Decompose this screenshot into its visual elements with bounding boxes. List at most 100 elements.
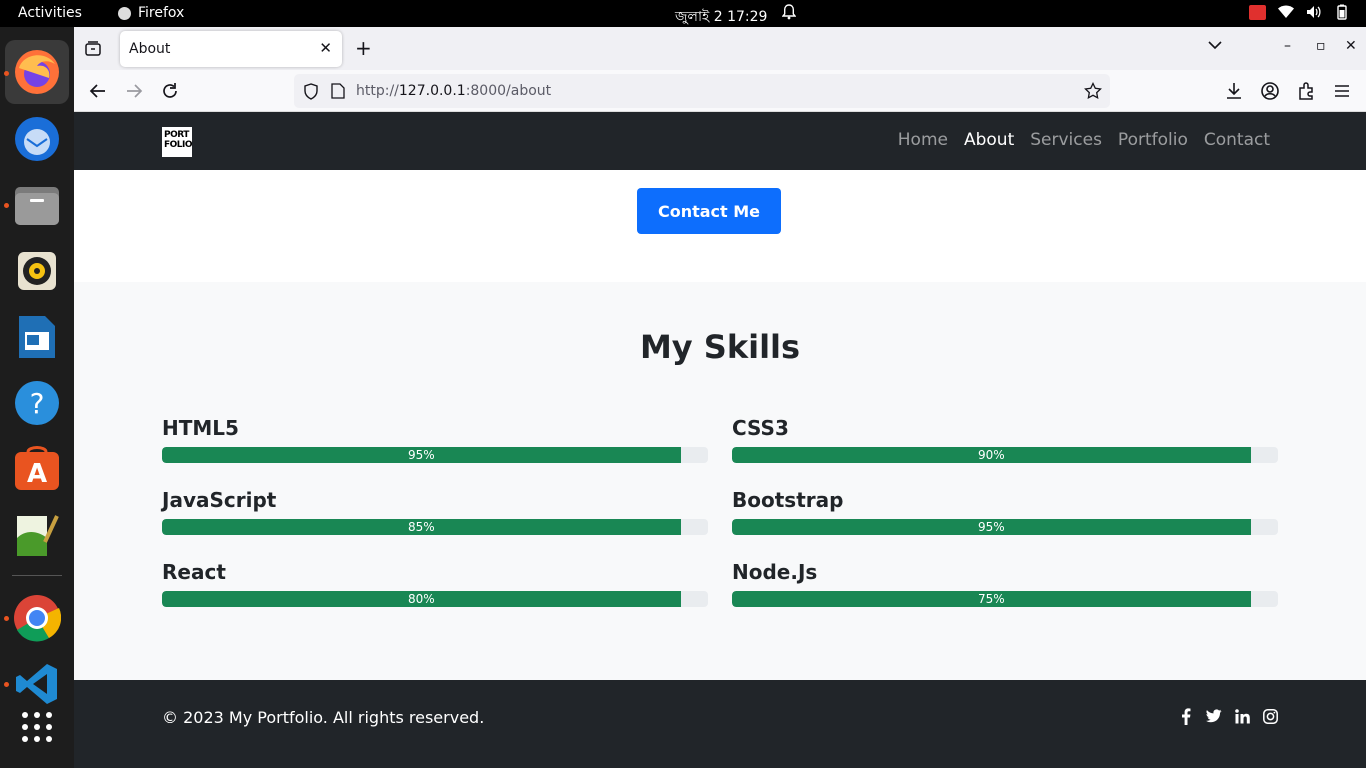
tracking-protection-shield-icon[interactable] [303, 83, 319, 104]
app-menu[interactable]: Firefox [118, 5, 184, 21]
skill-level: 85% [408, 520, 435, 534]
nav-link-home[interactable]: Home [898, 130, 948, 150]
nav-link-contact[interactable]: Contact [1204, 130, 1270, 150]
dock-help[interactable]: ? [11, 377, 63, 429]
skill-level: 80% [408, 592, 435, 606]
skill-item: JavaScript 85% [162, 488, 708, 535]
nav-link-about[interactable]: About [964, 130, 1014, 150]
bookmark-star-icon[interactable] [1084, 81, 1102, 104]
dock: ? A [0, 27, 74, 768]
dock-files[interactable] [11, 179, 63, 231]
account-icon[interactable] [1260, 81, 1280, 101]
tab-about[interactable]: About ✕ [120, 31, 342, 67]
show-apps-button[interactable] [11, 701, 63, 753]
hamburger-menu-icon[interactable] [1332, 81, 1352, 101]
chrome-icon [14, 595, 61, 642]
site-nav-links: Home About Services Portfolio Contact [898, 130, 1270, 150]
close-tab-icon[interactable]: ✕ [319, 39, 332, 57]
system-tray[interactable] [1249, 4, 1350, 20]
vscode-icon [16, 664, 57, 704]
forward-arrow-icon[interactable] [123, 80, 145, 102]
tab-bar: About ✕ + – ▫ ✕ [74, 27, 1366, 70]
files-icon [15, 187, 59, 225]
dock-rhythmbox[interactable] [11, 245, 63, 297]
activities-button[interactable]: Activities [18, 5, 82, 21]
dock-thunderbird[interactable] [11, 113, 63, 165]
dock-firefox[interactable] [5, 40, 69, 104]
svg-text:?: ? [30, 387, 45, 420]
logo-line-1: PORT [164, 130, 189, 140]
downloads-icon[interactable] [1224, 81, 1244, 101]
instagram-icon[interactable] [1262, 707, 1278, 725]
url-scheme: http:// [356, 83, 399, 99]
dock-libreoffice-writer[interactable] [11, 311, 63, 363]
rhythmbox-icon [18, 252, 56, 290]
skill-level: 95% [978, 520, 1005, 534]
nav-link-services[interactable]: Services [1030, 130, 1102, 150]
firefox-view-button[interactable] [83, 39, 103, 59]
dock-separator [12, 575, 62, 576]
skill-item: Node.Js 75% [732, 560, 1278, 607]
wifi-icon[interactable] [1278, 5, 1294, 19]
logo-line-2: FOLIO [164, 140, 193, 150]
page-info-icon[interactable] [331, 83, 345, 103]
maximize-button[interactable]: ▫ [1316, 38, 1326, 54]
url-path: :8000/about [465, 83, 552, 99]
list-tabs-chevron-down-icon[interactable] [1208, 38, 1222, 54]
volume-icon[interactable] [1306, 5, 1322, 19]
twitter-icon[interactable] [1206, 707, 1222, 725]
thunderbird-icon [15, 117, 59, 161]
skill-name: HTML5 [162, 416, 239, 440]
nav-link-portfolio[interactable]: Portfolio [1118, 130, 1188, 150]
text-editor-icon [17, 515, 59, 556]
url-bar[interactable]: http://127.0.0.1:8000/about [294, 74, 1110, 108]
dock-app-center[interactable]: A [11, 443, 63, 495]
firefox-icon [15, 50, 59, 94]
screen-share-indicator-icon[interactable] [1249, 4, 1266, 20]
dock-text-editor[interactable] [11, 509, 63, 561]
skills-title: My Skills [639, 328, 801, 366]
firefox-window: About ✕ + – ▫ ✕ http://127.0.0.1:8000/ab… [74, 27, 1366, 768]
skill-name: Bootstrap [732, 488, 844, 512]
contact-me-button[interactable]: Contact Me [637, 188, 781, 234]
running-indicator [4, 616, 9, 621]
reload-icon[interactable] [159, 80, 181, 102]
running-indicator [4, 71, 9, 76]
battery-icon[interactable] [1334, 4, 1350, 20]
skill-level: 95% [408, 448, 435, 462]
linkedin-icon[interactable] [1234, 707, 1250, 725]
skill-item: CSS3 90% [732, 416, 1278, 463]
skill-name: JavaScript [162, 488, 277, 512]
skill-progress-bar: 75% [732, 591, 1278, 607]
close-window-button[interactable]: ✕ [1345, 38, 1357, 54]
skill-item: Bootstrap 95% [732, 488, 1278, 535]
firefox-app-icon [118, 6, 131, 20]
skill-name: CSS3 [732, 416, 789, 440]
running-indicator [4, 682, 9, 687]
skill-progress-bar: 90% [732, 447, 1278, 463]
site-logo[interactable]: PORT FOLIO [162, 127, 193, 157]
social-links [1178, 707, 1278, 725]
skill-progress-bar: 80% [162, 591, 708, 607]
skill-name: React [162, 560, 226, 584]
running-indicator [4, 203, 9, 208]
firefox-view-icon [85, 41, 101, 56]
app-name: Firefox [138, 5, 185, 21]
skill-level: 75% [978, 592, 1005, 606]
clock[interactable]: জুলাই 2 17:29 [675, 5, 767, 29]
facebook-icon[interactable] [1178, 707, 1194, 725]
minimize-button[interactable]: – [1284, 38, 1291, 54]
url-text[interactable]: http://127.0.0.1:8000/about [356, 83, 551, 99]
svg-text:A: A [27, 459, 47, 489]
extensions-icon[interactable] [1296, 81, 1316, 101]
notification-bell-icon[interactable] [781, 4, 797, 24]
dock-chrome[interactable] [11, 592, 63, 644]
url-host: 127.0.0.1 [398, 83, 466, 99]
new-tab-button[interactable]: + [355, 36, 372, 60]
app-store-icon: A [15, 446, 59, 490]
back-arrow-icon[interactable] [87, 80, 109, 102]
site-footer: © 2023 My Portfolio. All rights reserved… [74, 680, 1366, 768]
contact-section: Contact Me [74, 170, 1366, 282]
skill-progress-bar: 95% [732, 519, 1278, 535]
tab-title: About [129, 41, 171, 57]
